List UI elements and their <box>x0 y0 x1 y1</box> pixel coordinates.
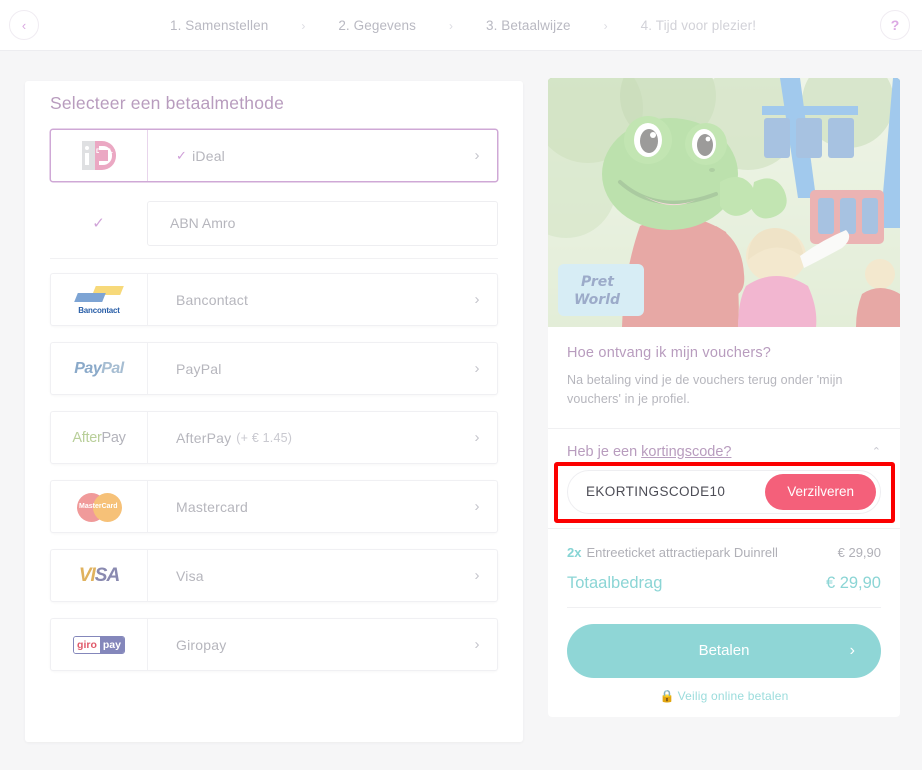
visa-logo-text-1: VI <box>78 564 96 586</box>
voucher-info-body: Na betaling vind je de vouchers terug on… <box>567 373 843 407</box>
chevron-left-icon: ‹ <box>21 17 27 33</box>
paypal-logo-text-1: Pay <box>74 359 102 377</box>
order-total-row: Totaalbedrag € 29,90 <box>567 574 881 593</box>
payment-method-name: Bancontact <box>176 291 249 308</box>
line-item-name: Entreeticket attractiepark Duinrell <box>586 544 778 560</box>
payment-method-giropay[interactable]: giro pay Giropay › <box>50 618 498 671</box>
line-item-price: € 29,90 <box>837 544 881 560</box>
order-sidebar: Pret World Hoe ontvang ik mijn vouchers?… <box>548 78 900 717</box>
breadcrumb-separator: › <box>301 18 306 33</box>
bank-select-value: ABN Amro <box>170 215 236 231</box>
order-summary-panel: 2x Entreeticket attractiepark Duinrell €… <box>548 528 900 717</box>
discount-code-header[interactable]: Heb je een kortingscode? ⌃ <box>567 444 881 460</box>
bancontact-logo: Bancontact <box>51 274 148 325</box>
chevron-right-icon: › <box>474 636 480 653</box>
payment-method-label: Giropay <box>148 619 457 670</box>
payment-method-label: Visa <box>148 550 457 601</box>
hero-overlay <box>548 78 900 327</box>
order-line-item: 2x Entreeticket attractiepark Duinrell €… <box>567 545 881 560</box>
breadcrumb-step-3[interactable]: 3. Betaalwijze <box>486 18 571 33</box>
lock-icon: 🔒 <box>659 688 675 703</box>
discount-code-input[interactable] <box>568 484 766 500</box>
bancontact-logo-text: Bancontact <box>78 305 120 315</box>
giropay-logo: giro pay <box>51 619 148 670</box>
breadcrumb-step-2[interactable]: 2. Gegevens <box>338 18 416 33</box>
checkout-breadcrumb: 1. Samenstellen › 2. Gegevens › 3. Betaa… <box>170 0 756 51</box>
breadcrumb-separator: › <box>448 18 453 33</box>
chevron-right-icon: › <box>474 147 480 164</box>
check-icon: ✓ <box>176 147 188 163</box>
mastercard-logo: MasterCard <box>51 481 148 532</box>
visa-logo: VISA <box>51 550 148 601</box>
paypal-logo: PayPal <box>51 343 148 394</box>
payment-method-fee: (+ € 1.45) <box>236 430 293 445</box>
chevron-right-icon: › <box>849 641 855 659</box>
payment-method-label: ✓ iDeal <box>148 130 457 181</box>
payment-method-label: AfterPay (+ € 1.45) <box>148 412 457 463</box>
payment-method-afterpay[interactable]: AfterPay AfterPay (+ € 1.45) › <box>50 411 498 464</box>
chevron-right-icon: › <box>474 360 480 377</box>
payment-method-ideal[interactable]: ✓ iDeal › <box>50 129 498 182</box>
checkout-page: Selecteer een betaalmethode ✓ iDeal › ✓ <box>0 51 922 770</box>
afterpay-logo: AfterPay <box>51 412 148 463</box>
payment-method-mastercard[interactable]: MasterCard Mastercard › <box>50 480 498 533</box>
chevron-up-icon[interactable]: ⌃ <box>872 445 881 458</box>
payment-method-name: AfterPay <box>176 429 232 446</box>
discount-label-link[interactable]: kortingscode? <box>641 444 731 460</box>
payment-method-name: iDeal <box>192 147 225 164</box>
help-button[interactable]: ? <box>880 10 910 40</box>
afterpay-logo-text-2: Pay <box>101 429 126 446</box>
mastercard-logo-text: MasterCard <box>79 502 118 510</box>
payment-method-visa[interactable]: VISA Visa › <box>50 549 498 602</box>
chevron-right-icon: › <box>474 291 480 308</box>
discount-label-plain: Heb je een <box>567 443 642 460</box>
discount-code-field-group: Verzilveren <box>567 469 881 514</box>
question-mark-icon: ? <box>890 17 900 33</box>
breadcrumb-step-4: 4. Tijd voor plezier! <box>640 18 757 33</box>
payment-method-label: PayPal <box>148 343 457 394</box>
secure-payment-label: Veilig online betalen <box>677 688 789 703</box>
payment-method-paypal[interactable]: PayPal PayPal › <box>50 342 498 395</box>
afterpay-logo-text-1: After <box>72 429 102 446</box>
breadcrumb-step-1[interactable]: 1. Samenstellen <box>170 18 268 33</box>
discount-code-panel: Heb je een kortingscode? ⌃ Verzilveren <box>548 428 900 529</box>
top-navigation-bar: ‹ 1. Samenstellen › 2. Gegevens › 3. Bet… <box>0 0 922 51</box>
discount-code-label: Heb je een kortingscode? <box>567 444 731 460</box>
line-item-quantity: 2x <box>567 544 582 560</box>
bank-select-dropdown[interactable]: ABN Amro <box>147 200 498 246</box>
order-total-price: € 29,90 <box>825 573 881 592</box>
payment-method-bancontact[interactable]: Bancontact Bancontact › <box>50 273 498 326</box>
order-total-label: Totaalbedrag <box>567 573 663 592</box>
page-title: Selecteer een betaalmethode <box>50 93 285 113</box>
giropay-logo-text-1: giro <box>74 636 100 653</box>
section-divider <box>50 258 498 259</box>
check-icon: ✓ <box>92 215 105 232</box>
voucher-info-panel: Hoe ontvang ik mijn vouchers? Na betalin… <box>548 327 900 429</box>
back-button[interactable]: ‹ <box>9 10 39 40</box>
chevron-right-icon: › <box>474 429 480 446</box>
payment-method-label: Bancontact <box>148 274 457 325</box>
payment-method-list: ✓ iDeal › ✓ ABN Amro Bancontact <box>50 129 498 687</box>
summary-divider <box>567 606 881 608</box>
payment-method-name: PayPal <box>176 360 222 377</box>
pay-button[interactable]: Betalen › <box>567 623 881 678</box>
payment-method-name: Visa <box>176 567 204 584</box>
redeem-button[interactable]: Verzilveren <box>765 473 876 510</box>
chevron-right-icon: › <box>474 567 480 584</box>
payment-method-label: Mastercard <box>148 481 457 532</box>
visa-logo-text-2: SA <box>94 564 120 586</box>
secure-payment-note: 🔒 Veilig online betalen <box>567 689 881 703</box>
paypal-logo-text-2: Pal <box>101 359 124 377</box>
bank-selection-row: ✓ ABN Amro <box>50 198 498 248</box>
giropay-logo-text-2: pay <box>99 636 124 653</box>
payment-method-name: Mastercard <box>176 498 249 515</box>
chevron-right-icon: › <box>474 498 480 515</box>
voucher-info-title: Hoe ontvang ik mijn vouchers? <box>567 345 772 361</box>
payment-method-name: Giropay <box>176 636 227 653</box>
pay-button-label: Betalen <box>698 642 750 660</box>
payment-method-card: Selecteer een betaalmethode ✓ iDeal › ✓ <box>25 81 523 742</box>
hero-image: Pret World <box>548 78 900 327</box>
ideal-logo <box>51 130 148 181</box>
breadcrumb-separator: › <box>603 18 608 33</box>
